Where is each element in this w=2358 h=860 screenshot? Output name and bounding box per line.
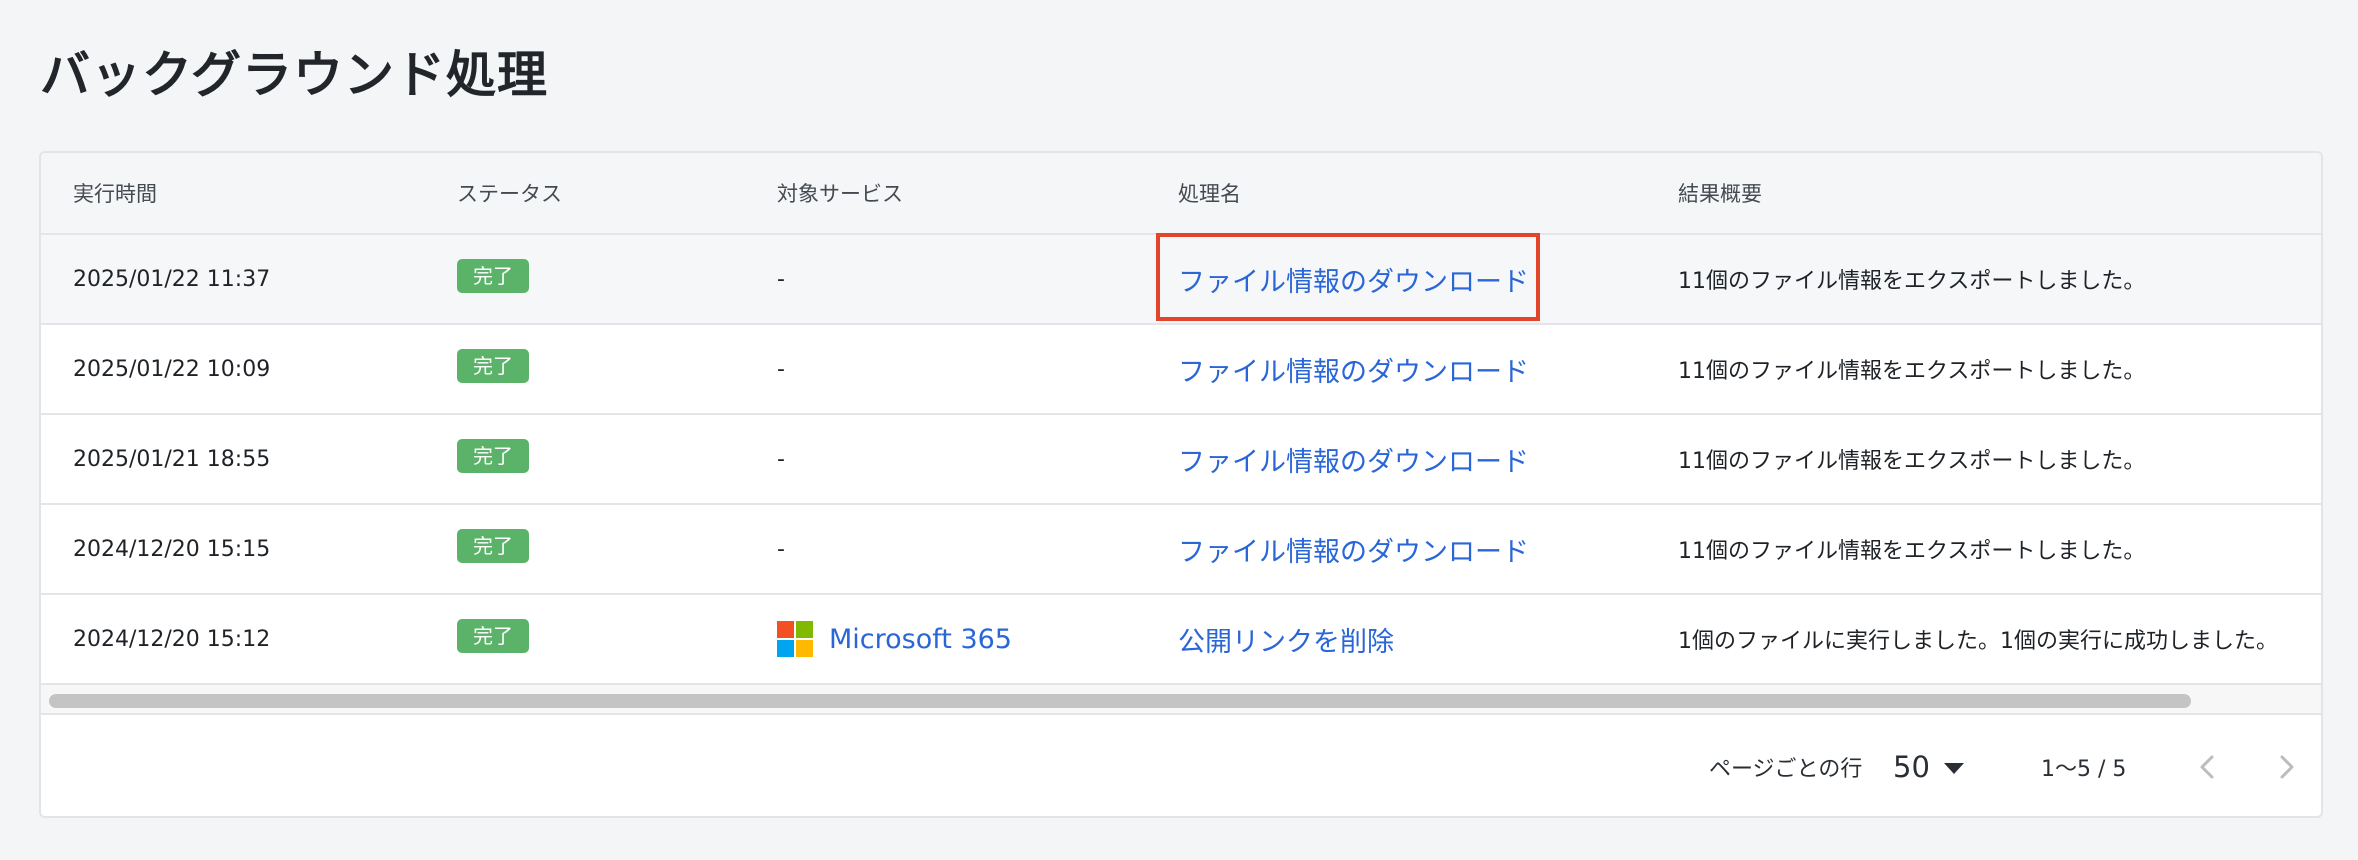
horizontal-scrollbar[interactable]	[41, 685, 2321, 715]
chevron-right-icon[interactable]	[2279, 754, 2295, 780]
result-summary: 11個のファイル情報をエクスポートしました。	[1678, 449, 2146, 474]
table-row[interactable]: 2024/12/20 15:12 完了 Microsoft 365 公開リンクを…	[41, 595, 2321, 685]
scrollbar-thumb[interactable]	[49, 694, 2191, 708]
execution-time: 2024/12/20 15:15	[73, 536, 271, 562]
target-service: -	[777, 536, 785, 562]
process-name-link[interactable]: 公開リンクを削除	[1178, 620, 1394, 659]
status-badge: 完了	[457, 619, 529, 653]
caret-down-icon[interactable]	[1943, 762, 1964, 774]
target-service: -	[777, 446, 785, 472]
column-header-status[interactable]: ステータス	[457, 153, 562, 233]
rows-per-page-value[interactable]: 50	[1893, 750, 1930, 784]
microsoft-logo-icon	[777, 621, 813, 657]
table-row[interactable]: 2025/01/22 10:09 完了 - ファイル情報のダウンロード 11個の…	[41, 325, 2321, 415]
previous-page-button[interactable]	[2187, 715, 2227, 816]
table-header-row: 実行時間 ステータス 対象サービス 処理名 結果概要	[41, 153, 2321, 235]
pagination-footer: ページごとの行 50 1〜5 / 5	[41, 715, 2321, 816]
status-badge: 完了	[457, 439, 529, 473]
table-row[interactable]: 2024/12/20 15:15 完了 - ファイル情報のダウンロード 11個の…	[41, 505, 2321, 595]
process-name-link[interactable]: ファイル情報のダウンロード	[1178, 440, 1529, 479]
status-badge: 完了	[457, 349, 529, 383]
column-header-summary[interactable]: 結果概要	[1678, 153, 1762, 233]
status-badge: 完了	[457, 259, 529, 293]
process-name-link[interactable]: ファイル情報のダウンロード	[1178, 260, 1529, 299]
process-name-link[interactable]: ファイル情報のダウンロード	[1178, 530, 1529, 569]
background-jobs-table: 実行時間 ステータス 対象サービス 処理名 結果概要 2025/01/22 11…	[39, 151, 2323, 818]
result-summary: 1個のファイルに実行しました。1個の実行に成功しました。	[1678, 629, 2278, 654]
result-summary: 11個のファイル情報をエクスポートしました。	[1678, 539, 2146, 564]
target-service: -	[777, 356, 785, 382]
table-row[interactable]: 2025/01/21 18:55 完了 - ファイル情報のダウンロード 11個の…	[41, 415, 2321, 505]
execution-time: 2025/01/21 18:55	[73, 446, 271, 472]
chevron-left-icon[interactable]	[2199, 754, 2215, 780]
result-summary: 11個のファイル情報をエクスポートしました。	[1678, 359, 2146, 384]
execution-time: 2025/01/22 11:37	[73, 266, 271, 292]
next-page-button[interactable]	[2267, 715, 2307, 816]
column-header-service[interactable]: 対象サービス	[777, 153, 903, 233]
page-title: バックグラウンド処理	[40, 46, 548, 104]
rows-per-page-label: ページごとの行	[1709, 756, 1863, 782]
column-header-time[interactable]: 実行時間	[73, 153, 157, 233]
process-name-link[interactable]: ファイル情報のダウンロード	[1178, 350, 1529, 389]
pagination-range: 1〜5 / 5	[2041, 756, 2127, 782]
column-header-process[interactable]: 処理名	[1178, 153, 1241, 233]
status-badge: 完了	[457, 529, 529, 563]
target-service: -	[777, 266, 785, 292]
table-row[interactable]: 2025/01/22 11:37 完了 - ファイル情報のダウンロード 11個の…	[41, 233, 2321, 325]
execution-time: 2024/12/20 15:12	[73, 626, 271, 652]
result-summary: 11個のファイル情報をエクスポートしました。	[1678, 269, 2146, 294]
rows-per-page-select[interactable]: 50	[1893, 715, 1964, 816]
execution-time: 2025/01/22 10:09	[73, 356, 271, 382]
target-service-link[interactable]: Microsoft 365	[829, 624, 1012, 655]
